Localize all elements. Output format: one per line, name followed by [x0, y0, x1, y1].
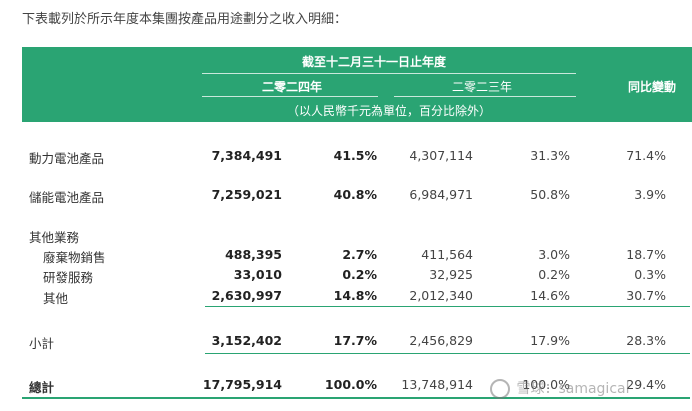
- pct-2024: 100.0%: [324, 377, 377, 392]
- row-label: 總計: [29, 380, 55, 395]
- pct-2024: 0.2%: [342, 267, 377, 282]
- pct-2024: 41.5%: [333, 148, 377, 163]
- yoy-change: 18.7%: [626, 247, 666, 262]
- unit-note: （以人民幣千元為單位，百分比除外）: [287, 104, 492, 118]
- value-2023: 13,748,914: [401, 377, 473, 392]
- table-row: 其他業務: [0, 225, 692, 245]
- row-label: 其他業務: [29, 230, 80, 245]
- value-2024: 2,630,997: [211, 288, 282, 303]
- pct-2023: 3.0%: [538, 247, 570, 262]
- row-label: 動力電池產品: [29, 151, 105, 166]
- table-header: 截至十二月三十一日止年度 二零二四年 二零二三年 同比變動 （以人民幣千元為單位…: [22, 47, 692, 122]
- table-row: 其他 2,630,997 14.8% 2,012,340 14.6% 30.7%: [0, 286, 692, 306]
- value-2023: 6,984,971: [409, 187, 473, 202]
- yoy-change: 71.4%: [626, 148, 666, 163]
- pct-2023: 50.8%: [530, 187, 570, 202]
- yoy-heading: 同比變動: [628, 80, 677, 94]
- year-2023-underline: [394, 96, 576, 97]
- value-2024: 17,795,914: [202, 377, 282, 392]
- yoy-change: 3.9%: [634, 187, 666, 202]
- snowball-logo-icon: [490, 379, 510, 399]
- value-2024: 33,010: [233, 267, 282, 282]
- yoy-change: 28.3%: [626, 333, 666, 348]
- yoy-change: 30.7%: [626, 288, 666, 303]
- watermark-text: 雪球：samagical: [516, 381, 630, 397]
- table-row: 動力電池產品 7,384,491 41.5% 4,307,114 31.3% 7…: [0, 146, 692, 166]
- year-2023-heading: 二零二三年: [452, 80, 513, 94]
- row-label: 研發服務: [43, 270, 94, 285]
- yoy-change: 0.3%: [634, 267, 666, 282]
- year-2024-heading: 二零二四年: [262, 80, 323, 94]
- value-2024: 3,152,402: [211, 333, 282, 348]
- subtotal-rule: [205, 306, 690, 307]
- period-heading: 截至十二月三十一日止年度: [302, 55, 447, 69]
- pct-2023: 17.9%: [530, 333, 570, 348]
- pct-2023: 0.2%: [538, 267, 570, 282]
- row-label: 小計: [29, 336, 55, 351]
- row-label: 廢棄物銷售: [43, 250, 106, 265]
- pct-2024: 14.8%: [333, 288, 377, 303]
- value-2023: 411,564: [421, 247, 473, 262]
- table-row: 儲能電池產品 7,259,021 40.8% 6,984,971 50.8% 3…: [0, 185, 692, 205]
- subtotal-bottom-rule: [205, 353, 690, 354]
- row-label: 儲能電池產品: [29, 190, 105, 205]
- value-2024: 488,395: [225, 247, 282, 262]
- value-2024: 7,384,491: [211, 148, 282, 163]
- watermark: 雪球：samagical: [490, 378, 630, 399]
- value-2023: 2,456,829: [409, 333, 473, 348]
- pct-2023: 14.6%: [530, 288, 570, 303]
- pct-2024: 2.7%: [342, 247, 377, 262]
- year-2024-underline: [202, 96, 378, 97]
- value-2023: 4,307,114: [409, 148, 473, 163]
- row-label: 其他: [43, 291, 69, 306]
- pct-2024: 17.7%: [333, 333, 377, 348]
- pct-2024: 40.8%: [333, 187, 377, 202]
- table-row: 廢棄物銷售 488,395 2.7% 411,564 3.0% 18.7%: [0, 245, 692, 265]
- value-2023: 32,925: [429, 267, 473, 282]
- value-2023: 2,012,340: [409, 288, 473, 303]
- table-row: 小計 3,152,402 17.7% 2,456,829 17.9% 28.3%: [0, 331, 692, 351]
- period-underline: [202, 73, 576, 74]
- pct-2023: 31.3%: [530, 148, 570, 163]
- table-row: 研發服務 33,010 0.2% 32,925 0.2% 0.3%: [0, 265, 692, 285]
- value-2024: 7,259,021: [211, 187, 282, 202]
- intro-text: 下表載列於所示年度本集團按產品用途劃分之收入明細：: [22, 12, 348, 27]
- yoy-change: 29.4%: [626, 377, 666, 392]
